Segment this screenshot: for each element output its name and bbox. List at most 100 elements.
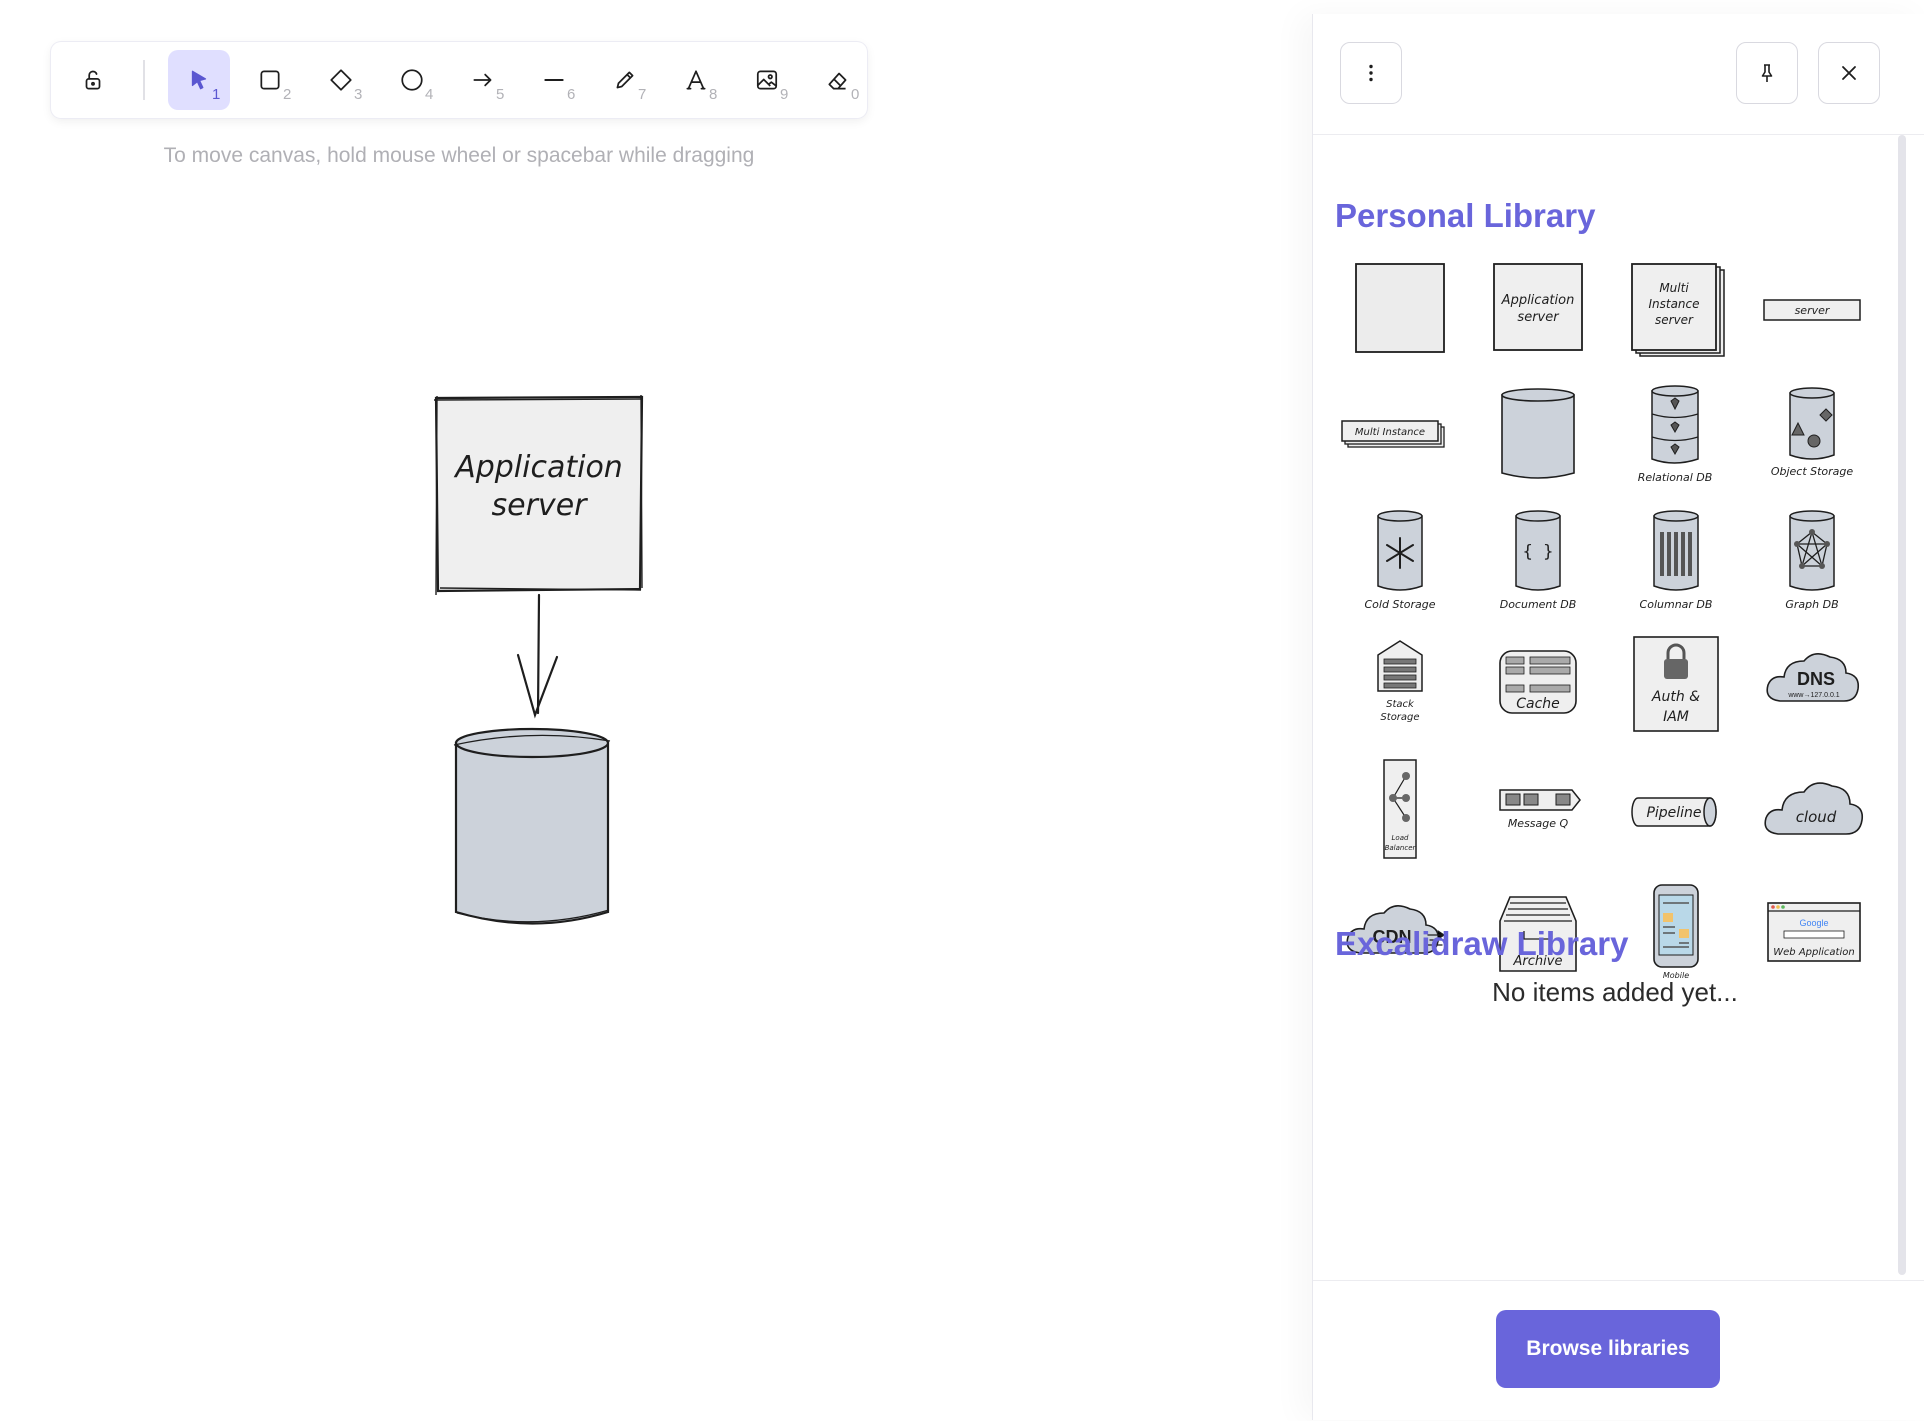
lock-button[interactable] [62,50,124,110]
mobile-icon: Mobile [1653,883,1699,980]
close-button[interactable] [1818,42,1880,104]
blank-box-icon [1355,262,1445,353]
library-item-database[interactable] [1473,376,1599,491]
library-item-server[interactable]: server [1749,251,1875,366]
library-item-multi-instance[interactable]: Multi Instance [1335,376,1461,491]
server-label: server [1795,304,1831,317]
library-item-graph-db[interactable]: Graph DB [1749,501,1875,616]
dns-icon: DNS www→127.0.0.1 [1766,652,1860,702]
library-item-web-application[interactable]: Google Web Application [1749,876,1875,991]
stack-storage-icon: Stack Storage [1377,639,1423,723]
relational-db-icon: Relational DB [1638,384,1713,484]
app-server-line1: Application [1501,293,1575,308]
auth-line2: IAM [1663,709,1689,725]
toolbar-divider [143,60,145,100]
library-item-columnar-db[interactable]: Columnar DB [1611,501,1737,616]
multi-instance-icon: Multi Instance [1341,419,1445,448]
personal-library-title: Personal Library [1335,197,1596,234]
canvas-drawing[interactable]: Application server [420,385,650,945]
graph-db-label: Graph DB [1785,598,1838,611]
server-icon: server [1763,298,1861,321]
load-balancer-line2: Balancer [1385,844,1417,852]
multi-server-line2: Instance [1648,297,1699,311]
cloud-label: cloud [1796,808,1837,826]
library-item-multi-instance-server[interactable]: Multi Instance server [1611,251,1737,366]
library-item-stack-storage[interactable]: Stack Storage [1335,626,1461,741]
library-item-relational-db[interactable]: Relational DB [1611,376,1737,491]
shortcut-key: 8 [709,86,718,103]
library-item-cold-storage[interactable]: Cold Storage [1335,501,1461,616]
empty-library-message: No items added yet... [1492,977,1738,1007]
library-menu-button[interactable] [1340,42,1402,104]
cold-storage-label: Cold Storage [1365,598,1436,611]
excalidraw-library-title: Excalidraw Library [1335,925,1629,962]
message-q-label: Message Q [1508,817,1569,830]
image-icon [756,70,778,90]
library-item-message-queue[interactable]: Message Q [1473,751,1599,866]
diamond-icon [330,69,352,91]
line-icon [544,79,564,81]
cold-storage-icon: Cold Storage [1365,509,1436,611]
library-footer: Browse libraries [1313,1280,1924,1421]
library-item-blank-box[interactable] [1335,251,1461,366]
shortcut-key: 9 [780,86,789,103]
auth-iam-icon: Auth & IAM [1633,635,1719,732]
box-label-line1: Application [453,450,623,485]
library-item-object-storage[interactable]: Object Storage [1749,376,1875,491]
pin-button[interactable] [1736,42,1798,104]
library-item-auth-iam[interactable]: Auth & IAM [1611,626,1737,741]
tool-image[interactable]: 9 [736,50,798,110]
library-item-cloud[interactable]: cloud [1749,751,1875,866]
canvas-arrow[interactable] [516,593,559,719]
tool-diamond[interactable]: 3 [310,50,372,110]
multi-server-line3: server [1655,313,1694,327]
main-toolbar: 1 2 3 4 5 6 7 8 9 0 [51,42,867,118]
library-item-load-balancer[interactable]: Load Balancer [1335,751,1461,866]
library-item-dns[interactable]: DNS www→127.0.0.1 [1749,626,1875,741]
library-item-application-server[interactable]: Application server [1473,251,1599,366]
application-server-icon: Application server [1493,262,1583,351]
document-db-label: Document DB [1500,598,1577,611]
canvas-database-cylinder[interactable] [453,727,611,925]
library-scroll-area[interactable]: Personal Library Application server Mult… [1313,135,1917,1285]
columnar-db-label: Columnar DB [1640,598,1713,611]
text-icon [686,70,706,90]
dns-label: DNS [1797,669,1835,689]
unlock-icon [85,70,101,90]
tool-text[interactable]: 8 [665,50,727,110]
database-icon [1501,387,1575,479]
square-icon [260,70,280,90]
tool-arrow[interactable]: 5 [452,50,514,110]
auth-line1: Auth & [1651,689,1700,705]
box-label-line2: server [492,488,589,523]
library-item-mobile[interactable]: Mobile [1611,876,1737,991]
object-storage-label: Object Storage [1771,465,1854,478]
shortcut-key: 3 [354,86,363,103]
library-scrollbar[interactable] [1898,135,1906,1275]
cloud-icon: cloud [1764,781,1864,835]
shortcut-key: 2 [283,86,292,103]
shortcut-key: 6 [567,86,576,103]
tool-selection[interactable]: 1 [168,50,230,110]
tool-ellipse[interactable]: 4 [381,50,443,110]
pointer-icon [191,70,207,90]
library-header [1313,14,1924,135]
personal-library-grid: Application server Multi Instance server… [1335,251,1891,991]
browse-libraries-button[interactable]: Browse libraries [1496,1310,1720,1388]
tool-line[interactable]: 6 [523,50,585,110]
relational-db-label: Relational DB [1638,471,1713,484]
library-item-pipeline[interactable]: Pipeline [1611,751,1737,866]
tool-draw[interactable]: 7 [594,50,656,110]
stack-storage-line1: Stack [1386,699,1415,710]
library-item-cache[interactable]: Cache [1473,626,1599,741]
document-db-icon: { } Document DB [1500,509,1577,611]
tool-rectangle[interactable]: 2 [239,50,301,110]
canvas-app-server-box[interactable]: Application server [433,394,644,596]
arrow-icon [473,73,492,87]
tool-eraser[interactable]: 0 [807,50,869,110]
eraser-icon [828,72,847,90]
circle-icon [401,69,423,91]
library-item-document-db[interactable]: { } Document DB [1473,501,1599,616]
load-balancer-icon: Load Balancer [1383,758,1417,859]
web-app-label: Web Application [1773,947,1854,958]
